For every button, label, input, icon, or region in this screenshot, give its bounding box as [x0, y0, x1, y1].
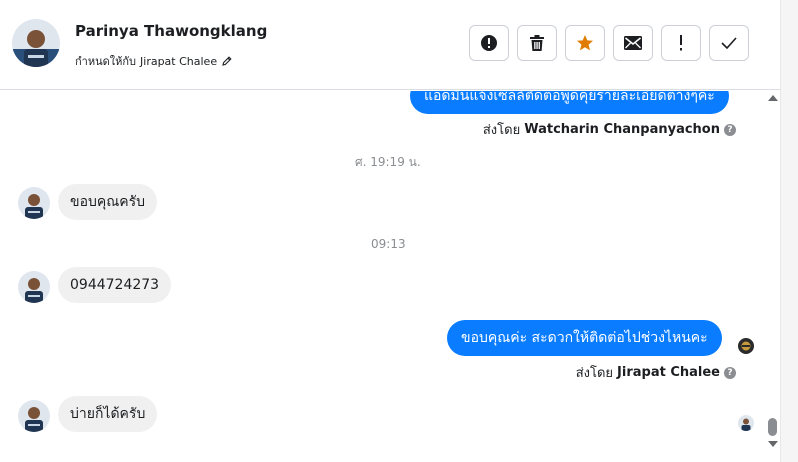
incoming-message[interactable]: 0944724273	[58, 267, 172, 303]
outgoing-message[interactable]: ขอบคุณค่ะ สะดวกให้ติดต่อไปช่วงไหนคะ	[447, 320, 722, 356]
sent-by-line: ส่งโดย Watcharin Chanpanyachon ?	[483, 119, 736, 140]
incoming-message[interactable]: บ่ายก็ได้ครับ	[58, 396, 158, 432]
spam-button[interactable]	[469, 25, 509, 61]
assignee-name: Jirapat Chalee	[140, 54, 218, 68]
scrollbar-track[interactable]	[780, 0, 798, 462]
sent-by-label: ส่งโดย	[575, 366, 614, 381]
message-text: 0944724273	[70, 277, 160, 293]
message-text: ขอบคุณค่ะ สะดวกให้ติดต่อไปช่วงไหนคะ	[461, 330, 708, 346]
exclamation-icon	[678, 35, 684, 51]
check-icon	[721, 37, 737, 49]
sender-name: Jirapat Chalee	[617, 365, 720, 380]
contact-avatar-small	[18, 400, 50, 432]
timestamp: ศ. 19:19 น.	[355, 155, 421, 169]
message-thread[interactable]: แอดมินแจ้งเซลล์ติดต่อพูดคุยรายละเอียดต่า…	[0, 91, 780, 462]
sent-by-label: ส่งโดย	[482, 123, 521, 138]
message-text: บ่ายก็ได้ครับ	[70, 406, 146, 422]
follow-up-button[interactable]	[661, 25, 701, 61]
done-button[interactable]	[709, 25, 749, 61]
help-icon[interactable]: ?	[724, 366, 736, 379]
conversation-actions	[469, 25, 749, 61]
seen-indicator-avatar	[738, 415, 754, 431]
trash-icon	[529, 34, 545, 52]
message-text: แอดมินแจ้งเซลล์ติดต่อพูดคุยรายละเอียดต่า…	[424, 91, 715, 104]
envelope-icon	[624, 36, 642, 50]
contact-avatar-small	[18, 187, 50, 219]
conversation-header: Parinya Thawongklang กำหนดให้กับ Jirapat…	[0, 0, 780, 90]
delete-button[interactable]	[517, 25, 557, 61]
sender-name: Watcharin Chanpanyachon	[524, 122, 720, 137]
contact-avatar[interactable]	[12, 19, 60, 67]
outgoing-message[interactable]: แอดมินแจ้งเซลล์ติดต่อพูดคุยรายละเอียดต่า…	[410, 91, 729, 114]
assignment-row[interactable]: กำหนดให้กับ Jirapat Chalee	[75, 52, 233, 70]
help-icon[interactable]: ?	[724, 123, 736, 136]
page-avatar-small	[738, 338, 754, 354]
sent-by-line: ส่งโดย Jirapat Chalee ?	[576, 362, 736, 383]
incoming-message[interactable]: ขอบคุณครับ	[58, 184, 157, 220]
pencil-icon[interactable]	[221, 55, 233, 67]
star-button[interactable]	[565, 25, 605, 61]
timestamp: 09:13	[371, 237, 406, 251]
mark-unread-button[interactable]	[613, 25, 653, 61]
exclamation-circle-icon	[480, 34, 498, 52]
assign-label: กำหนดให้กับ	[75, 55, 137, 68]
contact-name: Parinya Thawongklang	[75, 22, 268, 40]
message-text: ขอบคุณครับ	[70, 194, 145, 210]
star-icon	[576, 34, 594, 52]
contact-avatar-small	[18, 271, 50, 303]
